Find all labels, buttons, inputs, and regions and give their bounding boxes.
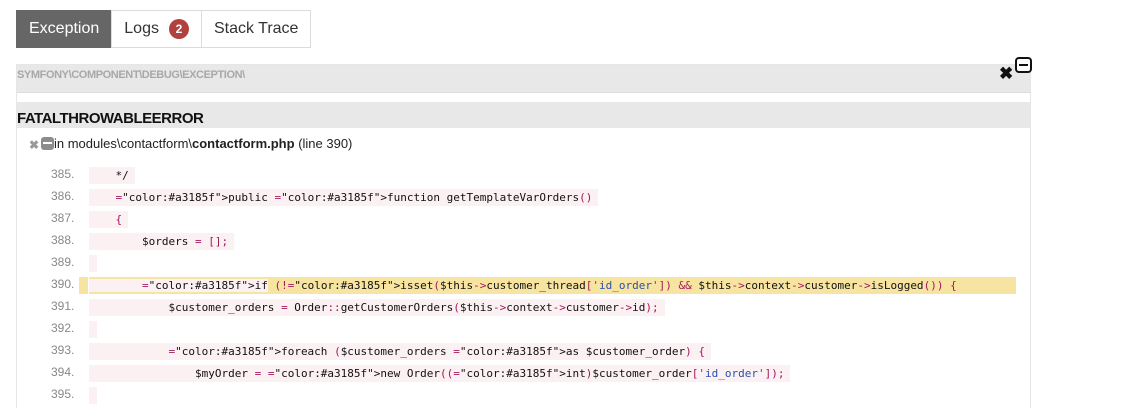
code-line: 387. { — [17, 207, 1032, 229]
close-icon[interactable]: ✖ — [999, 65, 1013, 82]
line-number: 388. — [51, 233, 75, 247]
code-text: */ — [89, 167, 135, 184]
code-text: $myOrder = ="color:#a3185f">new Order((=… — [89, 365, 791, 382]
code-line: 386. ="color:#a3185f">public ="color:#a3… — [17, 185, 1032, 207]
code-text: { — [89, 211, 129, 228]
line-number: 393. — [51, 343, 75, 357]
code-line: 395. — [17, 383, 1032, 405]
code-text — [89, 255, 97, 272]
code-line: 393. ="color:#a3185f">foreach ($customer… — [17, 339, 1032, 361]
code-text: ="color:#a3185f">foreach ($customer_orde… — [89, 343, 711, 360]
exception-class-bar: FATALTHROWABLEERROR — [17, 102, 1030, 128]
location-file: contactform.php — [192, 136, 295, 151]
logs-count-badge: 2 — [168, 19, 189, 39]
tab-stack-trace-label: Stack Trace — [213, 20, 299, 37]
code-text — [89, 387, 97, 404]
code-text — [89, 321, 97, 338]
code-text: $orders = []; — [89, 233, 235, 250]
line-number: 389. — [51, 255, 75, 269]
code-line: 388. $orders = []; — [17, 229, 1032, 251]
code-line: 390. ="color:#a3185f">if (!="color:#a318… — [17, 273, 1032, 295]
code-line: 392. — [17, 317, 1032, 339]
exception-class: FATALTHROWABLEERROR — [17, 110, 204, 127]
collapse-icon[interactable] — [1015, 57, 1032, 73]
line-number: 391. — [51, 299, 75, 313]
highlight-marker — [79, 277, 88, 294]
trace-location-row: ✖ in modules\contactform\contactform.php… — [17, 128, 1030, 154]
tab-stack-trace[interactable]: Stack Trace — [200, 10, 312, 48]
code-line: 394. $myOrder = ="color:#a3185f">new Ord… — [17, 361, 1032, 383]
collapse-icon[interactable] — [41, 137, 54, 150]
trace-location: in modules\contactform\contactform.php (… — [54, 136, 352, 151]
location-prefix: in modules\contactform\ — [54, 136, 193, 151]
code-text: ="color:#a3185f">if (!="color:#a3185f">i… — [89, 277, 1016, 294]
tab-exception-label: Exception — [29, 20, 100, 37]
location-line: (line 390) — [294, 136, 353, 151]
exception-panel: SYMFONY\COMPONENT\DEBUG\EXCEPTION\ ✖ FAT… — [16, 57, 1032, 408]
close-icon[interactable]: ✖ — [29, 139, 39, 151]
line-number: 392. — [51, 321, 75, 335]
code-line: 385. */ — [17, 163, 1032, 185]
tab-logs-label: Logs — [124, 20, 159, 37]
line-number: 394. — [51, 365, 75, 379]
code-text: $customer_orders = Order::getCustomerOrd… — [89, 299, 665, 316]
line-number: 385. — [51, 167, 75, 181]
line-number: 386. — [51, 189, 75, 203]
tab-bar: Exception Logs 2 Stack Trace — [16, 10, 312, 48]
code-line: 389. — [17, 251, 1032, 273]
exception-namespace: SYMFONY\COMPONENT\DEBUG\EXCEPTION\ — [17, 69, 245, 81]
line-number: 387. — [51, 211, 75, 225]
tab-logs[interactable]: Logs 2 — [111, 10, 202, 48]
code-line: 391. $customer_orders = Order::getCustom… — [17, 295, 1032, 317]
code-text: ="color:#a3185f">public ="color:#a3185f"… — [89, 189, 599, 206]
code-excerpt: 385. */386. ="color:#a3185f">public ="co… — [17, 163, 1032, 405]
line-number: 390. — [51, 277, 75, 291]
line-number: 395. — [51, 387, 75, 401]
exception-header: SYMFONY\COMPONENT\DEBUG\EXCEPTION\ ✖ — [17, 57, 1032, 93]
tab-exception[interactable]: Exception — [16, 10, 113, 48]
